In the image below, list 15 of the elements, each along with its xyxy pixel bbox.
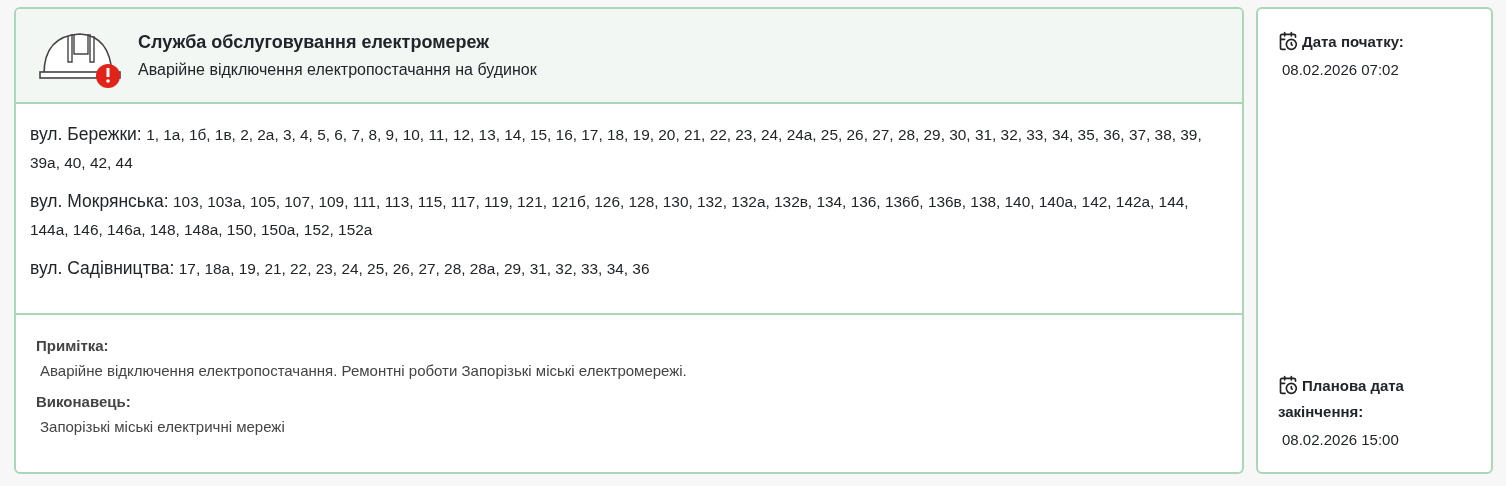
date-label: Дата початку:: [1278, 29, 1471, 55]
street-address-line: вул. Садівництва: 17, 18а, 19, 21, 22, 23, 24, 25, 26, 27, 28, 28а, 29, 31, 32, 33, 34, 36: [30, 257, 651, 280]
detail-label: Виконавець:: [36, 393, 132, 410]
detail-label: Примітка:: [36, 337, 110, 354]
date-value: 08.02.2026 07:02: [1281, 60, 1400, 78]
outage-subtitle: Аварійне відключення електропостачання на будинок: [138, 61, 537, 79]
date-value: 08.02.2026 15:00: [1281, 430, 1400, 448]
street-address-line: вул. Бережки: 1, 1а, 1б, 1в, 2, 2а, 3, 4, 5, 6, 7, 8, 9, 10, 11, 12, 13, 14, 15, 16, 17, 18, 19, 20, 21, 22, 23, 24, 24а, 25, 26, 27, 28, 29, 30, 31, 32, 33, 34, 35, 36, 37, 38, 39, 39а, 40, 42, 44: [30, 123, 1203, 173]
calendar-clock-icon: [1278, 31, 1298, 51]
detail-value: Аварійне відключення електропостачання. Ремонтні роботи Запорізькі міські електромережі.: [39, 361, 688, 381]
detail-value: Запорізькі міські електричні мережі: [39, 417, 286, 437]
street-address-line: вул. Мокрянська: 103, 103а, 105, 107, 109, 111, 113, 115, 117, 119, 121, 121б, 126, 128, 130, 132, 132а, 132в, 134, 136, 136б, 136в, 138, 140, 140а, 142, 142а, 144, 144а, 146, 146а, 148, 148а, 150, 150а, 152, 152а: [30, 190, 1190, 240]
date-label: Планова дата закінчення:: [1278, 374, 1405, 422]
calendar-clock-icon: [1278, 375, 1298, 395]
service-title: Служба обслуговування електромереж: [138, 32, 491, 53]
